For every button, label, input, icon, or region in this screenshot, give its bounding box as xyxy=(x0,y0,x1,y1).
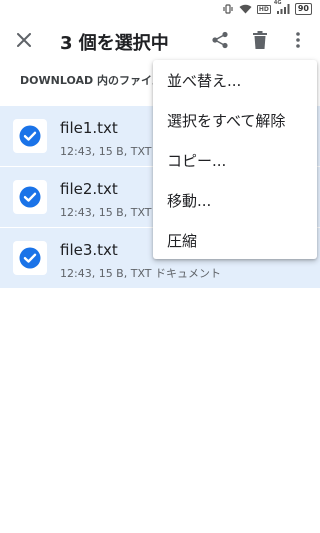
status-icons: HD 4G 90 xyxy=(222,0,312,15)
check-circle-icon xyxy=(19,125,41,147)
close-button[interactable] xyxy=(12,28,36,52)
overflow-menu: 並べ替え... 選択をすべて解除 コピー... 移動... 圧縮 xyxy=(153,60,317,259)
close-icon xyxy=(17,33,31,47)
location-header: DOWNLOAD 内のファイル xyxy=(20,74,163,87)
check-circle-icon xyxy=(19,247,41,269)
file-name: file2.txt xyxy=(60,180,118,198)
status-bar: HD 4G 90 xyxy=(0,0,320,20)
battery-icon: 90 xyxy=(294,3,312,15)
menu-item-copy[interactable]: コピー... xyxy=(153,140,317,180)
file-checkbox[interactable] xyxy=(13,180,47,214)
file-name: file3.txt xyxy=(60,241,118,259)
more-options-button[interactable] xyxy=(286,28,310,52)
delete-icon xyxy=(253,31,267,49)
menu-item-compress[interactable]: 圧縮 xyxy=(153,220,317,260)
vibrate-icon xyxy=(222,4,234,14)
wifi-icon xyxy=(239,4,252,14)
battery-level: 90 xyxy=(294,3,312,15)
file-name: file1.txt xyxy=(60,119,118,137)
more-vert-icon xyxy=(296,32,300,48)
file-checkbox[interactable] xyxy=(13,241,47,275)
menu-item-deselect-all[interactable]: 選択をすべて解除 xyxy=(153,100,317,140)
hd-badge: HD xyxy=(256,4,271,14)
signal-icon: 4G xyxy=(274,0,290,14)
menu-item-sort[interactable]: 並べ替え... xyxy=(153,60,317,100)
selection-toolbar: 3 個を選択中 xyxy=(0,20,320,60)
network-label: 4G xyxy=(273,0,282,6)
delete-button[interactable] xyxy=(248,28,272,52)
menu-item-move[interactable]: 移動... xyxy=(153,180,317,220)
file-checkbox[interactable] xyxy=(13,119,47,153)
share-icon xyxy=(212,31,228,49)
check-circle-icon xyxy=(19,186,41,208)
selection-count-title: 3 個を選択中 xyxy=(60,33,169,54)
file-meta: 12:43, 15 B, TXT ドキュメント xyxy=(60,267,222,280)
share-button[interactable] xyxy=(208,28,232,52)
